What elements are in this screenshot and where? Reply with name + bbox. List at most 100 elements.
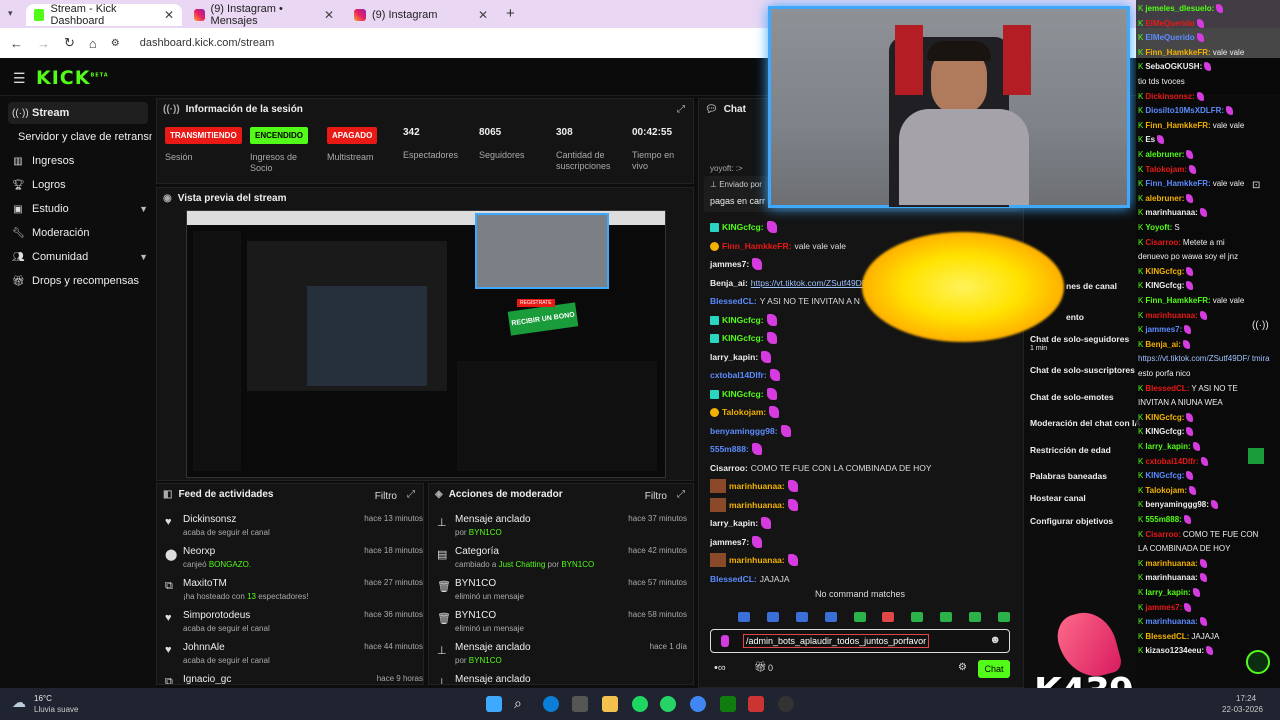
chat-message[interactable]: 555m888: bbox=[710, 442, 762, 456]
emote-icon[interactable] bbox=[911, 612, 924, 622]
chat-username[interactable]: marinhuanaa: bbox=[729, 555, 785, 565]
forward-icon[interactable]: → bbox=[37, 36, 50, 51]
chat-message[interactable]: jammes7: bbox=[710, 535, 763, 549]
settings-icon[interactable]: ⚙ bbox=[958, 662, 967, 673]
filter-button[interactable]: Filtro bbox=[645, 491, 667, 502]
spotify-icon[interactable] bbox=[632, 696, 648, 712]
search-icon[interactable]: ⌕ bbox=[514, 695, 522, 712]
menu-item-partial[interactable]: ento bbox=[1066, 312, 1084, 322]
points-icon[interactable]: •∞ bbox=[714, 662, 726, 674]
menu-item-goals[interactable]: Configurar objetivos bbox=[1030, 516, 1113, 526]
obs-icon[interactable] bbox=[778, 696, 794, 712]
start-icon[interactable] bbox=[486, 696, 502, 712]
chat-message[interactable]: KINGcfcg: bbox=[710, 387, 777, 401]
sidebar-item-comunidad[interactable]: 👥︎ Comunidad ▼ bbox=[8, 246, 148, 268]
taskview-icon[interactable] bbox=[572, 696, 588, 712]
chat-username[interactable]: KINGcfcg: bbox=[722, 315, 764, 325]
chat-message[interactable]: larry_kapin: bbox=[710, 516, 772, 530]
menu-item-followers-only[interactable]: Chat de solo-seguidores bbox=[1030, 334, 1129, 344]
weather-desc[interactable]: Lluvia suave bbox=[34, 705, 78, 714]
xbox-icon[interactable] bbox=[720, 696, 736, 712]
sidebar-item-server-key[interactable]: Servidor y clave de retransmisión bbox=[14, 126, 152, 148]
gift-icon[interactable]: 🎁︎ bbox=[754, 662, 767, 673]
emote-icon[interactable] bbox=[853, 612, 866, 622]
chat-message[interactable]: BlessedCL: Y ASI NO TE INVITAN A N bbox=[710, 294, 860, 308]
chat-message[interactable]: marinhuanaa: bbox=[710, 479, 798, 493]
chat-message[interactable]: Cisarroo: COMO TE FUE CON LA COMBINADA DE… bbox=[710, 461, 932, 475]
chat-username[interactable]: cxtobal14Dlfr: bbox=[710, 370, 767, 380]
sidebar-item-moderacion[interactable]: 🔧︎ Moderación bbox=[8, 222, 148, 244]
chat-message[interactable]: BlessedCL: JAJAJA bbox=[710, 572, 790, 586]
menu-item-host-channel[interactable]: Hostear canal bbox=[1030, 493, 1086, 503]
emote-icon[interactable] bbox=[969, 612, 981, 622]
chat-message[interactable]: benyaminggg98: bbox=[710, 424, 791, 438]
url-field[interactable]: dashboard.kick.com/stream bbox=[140, 37, 275, 49]
chat-message[interactable]: marinhuanaa: bbox=[710, 553, 798, 567]
expand-icon[interactable]: ⤢ bbox=[677, 489, 685, 500]
menu-icon[interactable]: ☰ bbox=[13, 70, 26, 87]
chat-message[interactable]: Talokojam: bbox=[710, 405, 780, 419]
close-tab-icon[interactable]: ✕ bbox=[164, 8, 174, 22]
chat-username[interactable]: larry_kapin: bbox=[710, 352, 758, 362]
chat-username[interactable]: benyaminggg98: bbox=[710, 426, 778, 436]
chat-username[interactable]: marinhuanaa: bbox=[729, 500, 785, 510]
chat-message[interactable]: larry_kapin: bbox=[710, 350, 772, 364]
chat-message[interactable]: jammes7: bbox=[710, 257, 763, 271]
tab-kick-dashboard[interactable]: Stream - Kick Dashboard ✕ bbox=[26, 3, 182, 27]
sidebar-item-logros[interactable]: 🏆︎ Logros bbox=[8, 174, 148, 196]
whatsapp-icon[interactable] bbox=[660, 696, 676, 712]
emote-icon[interactable] bbox=[997, 612, 1010, 622]
clock-date[interactable]: 22-03-2026 bbox=[1222, 705, 1263, 714]
emote-icon[interactable] bbox=[824, 612, 837, 622]
new-tab-button[interactable]: + bbox=[506, 5, 515, 22]
explorer-icon[interactable] bbox=[602, 696, 618, 712]
menu-item-age-restriction[interactable]: Restricción de edad bbox=[1030, 445, 1111, 455]
emote-icon[interactable] bbox=[882, 612, 895, 622]
edge-icon[interactable] bbox=[543, 696, 559, 712]
chat-username[interactable]: KINGcfcg: bbox=[722, 389, 764, 399]
chat-username[interactable]: jammes7: bbox=[710, 537, 749, 547]
filter-button[interactable]: Filtro bbox=[375, 491, 397, 502]
emoji-picker-icon[interactable]: ☻ bbox=[989, 634, 1001, 646]
close-tab-icon[interactable]: ✕ bbox=[478, 8, 488, 22]
chat-username[interactable]: Benja_ai: bbox=[710, 278, 748, 288]
sidebar-item-drops[interactable]: 🎁︎ Drops y recompensas bbox=[8, 270, 148, 292]
chat-username[interactable]: marinhuanaa: bbox=[729, 481, 785, 491]
emote-icon[interactable] bbox=[795, 612, 808, 622]
site-info-icon[interactable]: ⚙ bbox=[111, 38, 120, 49]
chat-username[interactable]: jammes7: bbox=[710, 259, 749, 269]
menu-item-subs-only[interactable]: Chat de solo-suscriptores bbox=[1030, 365, 1135, 375]
chat-message[interactable]: marinhuanaa: bbox=[710, 498, 798, 512]
emote-icon[interactable] bbox=[766, 612, 779, 622]
chat-username[interactable]: KINGcfcg: bbox=[722, 222, 764, 232]
reload-icon[interactable]: ↻ bbox=[64, 35, 75, 51]
chat-send-button[interactable]: Chat bbox=[978, 660, 1010, 678]
expand-icon[interactable]: ⤢ bbox=[407, 489, 415, 500]
chat-message[interactable]: Benja_ai: https://vt.tiktok.com/ZSutf49DF bbox=[710, 276, 867, 290]
emote-icon[interactable] bbox=[738, 612, 750, 622]
chrome-icon[interactable] bbox=[690, 696, 706, 712]
home-icon[interactable]: ⌂ bbox=[89, 36, 97, 51]
menu-item-banned-words[interactable]: Palabras baneadas bbox=[1030, 471, 1107, 481]
expand-icon[interactable]: ⤢ bbox=[677, 104, 685, 115]
kick-logo[interactable]: KICKBETA bbox=[36, 67, 109, 89]
chat-message[interactable]: KINGcfcg: bbox=[710, 220, 777, 234]
sidebar-item-estudio[interactable]: ▣ Estudio ▼ bbox=[8, 198, 148, 220]
menu-item-emotes-only[interactable]: Chat de solo-emotes bbox=[1030, 392, 1114, 402]
chat-username[interactable]: Finn_HamkkeFR: bbox=[722, 241, 791, 251]
chat-message[interactable]: KINGcfcg: bbox=[710, 313, 777, 327]
close-tab-icon[interactable]: ✕ bbox=[324, 8, 334, 22]
chat-username[interactable]: 555m888: bbox=[710, 444, 749, 454]
chat-username[interactable]: larry_kapin: bbox=[710, 518, 758, 528]
sidebar-item-ingresos[interactable]: ▥ Ingresos bbox=[8, 150, 148, 172]
clock-time[interactable]: 17:24 bbox=[1236, 694, 1256, 703]
back-icon[interactable]: ← bbox=[10, 36, 23, 51]
chat-username[interactable]: BlessedCL: bbox=[710, 296, 757, 306]
menu-item-channel[interactable]: nes de canal bbox=[1066, 281, 1117, 291]
chat-message[interactable]: KINGcfcg: bbox=[710, 331, 777, 345]
chat-username[interactable]: KINGcfcg: bbox=[722, 333, 764, 343]
chat-username[interactable]: Cisarroo: bbox=[710, 463, 748, 473]
tab-instagram[interactable]: (9) Instagram ✕ bbox=[346, 4, 496, 26]
stream-preview-video[interactable]: RECIBIR UN BONO REGISTRATE x418 bbox=[186, 210, 666, 478]
tab-instagram-messages[interactable]: (9) Instagram • Mensajes ✕ bbox=[186, 3, 342, 27]
